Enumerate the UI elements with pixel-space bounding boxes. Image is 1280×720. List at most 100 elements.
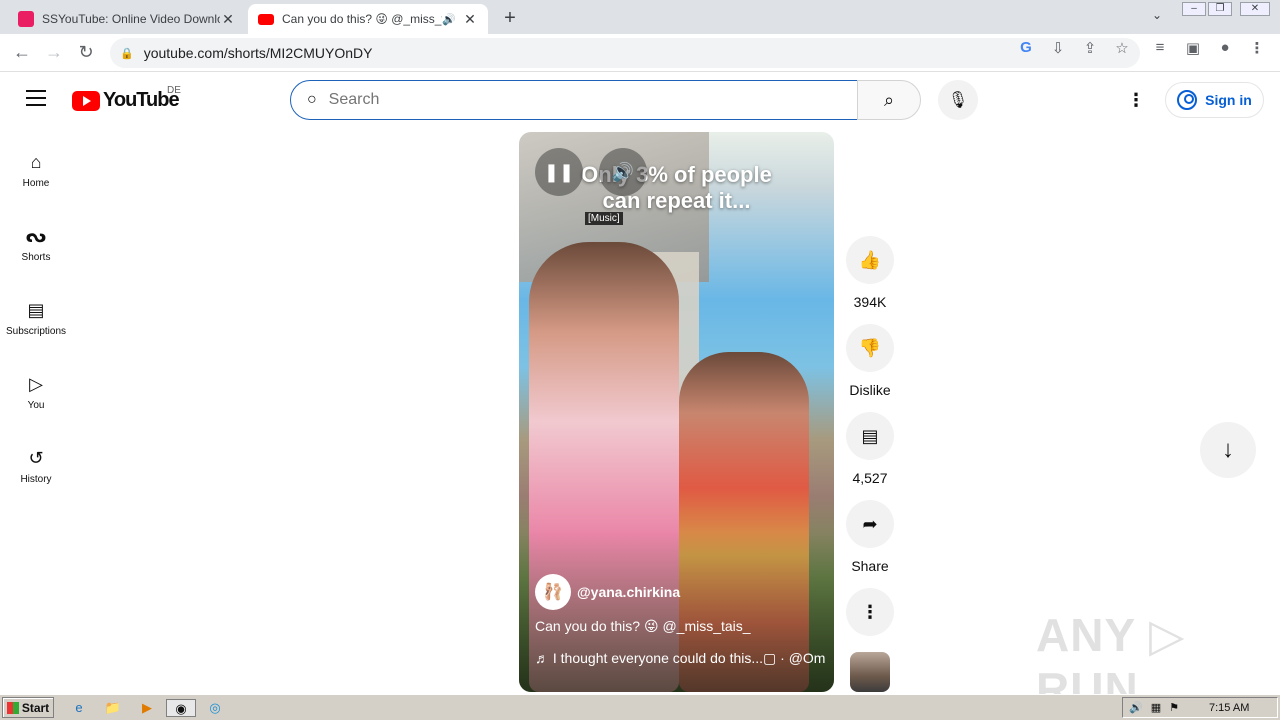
- dislike-button[interactable]: 👎: [846, 324, 894, 372]
- window-close-button[interactable]: ✕: [1240, 2, 1270, 16]
- window-minimize-button[interactable]: –: [1182, 2, 1206, 16]
- new-tab-button[interactable]: +: [500, 7, 520, 30]
- history-icon: ↺: [28, 448, 44, 468]
- url-text: youtube.com/shorts/MI2CMUYOnDY: [143, 45, 373, 61]
- thumbs-up-icon: 👍: [858, 249, 882, 270]
- window-restore-button[interactable]: ❐: [1208, 2, 1232, 16]
- pause-icon[interactable]: ❚❚: [535, 148, 583, 196]
- share-action: ➦ Share: [846, 500, 894, 574]
- short-title[interactable]: Can you do this? 😜 @_miss_tais_: [535, 618, 751, 635]
- comments-action: ▤ 4,527: [846, 412, 894, 486]
- profile-avatar-icon[interactable]: ●: [1215, 39, 1235, 56]
- share-label: Share: [851, 558, 889, 574]
- bookmark-star-icon[interactable]: ☆: [1112, 39, 1132, 57]
- youtube-play-logo-icon: [72, 90, 100, 111]
- dislike-action: 👎 Dislike: [846, 324, 894, 398]
- comments-count: 4,527: [852, 470, 888, 486]
- guide-label: Shorts: [21, 252, 51, 263]
- youtube-favicon-icon: [258, 13, 274, 25]
- forward-arrow-icon[interactable]: →: [43, 42, 65, 63]
- arrow-down-icon: ↓: [1222, 436, 1234, 463]
- tab-title: Can you do this? 😜 @_miss_tais: [282, 12, 442, 26]
- system-tray: 🔊 ▦ ⚑ 7:15 AM: [1122, 697, 1278, 718]
- search-icon: ○: [307, 91, 317, 108]
- subscriptions-icon: ▤: [27, 300, 45, 320]
- channel-handle[interactable]: @yana.chirkina: [577, 584, 680, 600]
- settings-more-icon[interactable]: ⋮: [1126, 90, 1146, 111]
- sign-in-label: Sign in: [1205, 92, 1252, 108]
- chrome-icon[interactable]: ◉: [166, 699, 196, 717]
- channel-link[interactable]: 🩰 @yana.chirkina: [535, 574, 680, 610]
- guide-item-home[interactable]: ⌂ Home: [0, 128, 72, 202]
- like-button[interactable]: 👍: [846, 236, 894, 284]
- more-action: ⋮: [846, 588, 894, 636]
- search-box[interactable]: ○: [290, 80, 858, 120]
- tab-search-chevron-down-icon[interactable]: ⌄: [1152, 8, 1162, 22]
- tab-audio-icon[interactable]: 🔊: [442, 13, 456, 26]
- account-circle-icon: [1177, 90, 1198, 110]
- channel-avatar[interactable]: 🩰: [535, 574, 571, 610]
- browser-tab-youtube-short[interactable]: Can you do this? 😜 @_miss_tais 🔊 ✕: [248, 4, 488, 34]
- windows-logo-icon: [6, 701, 19, 714]
- share-arrow-icon: ➦: [862, 513, 878, 534]
- network-tray-icon[interactable]: ▦: [1151, 701, 1161, 714]
- file-explorer-icon[interactable]: 📁: [104, 699, 122, 717]
- browser-menu-icon[interactable]: ⋮: [1247, 39, 1267, 57]
- edge-icon[interactable]: ◎: [206, 699, 224, 717]
- youtube-header: YouTube DE ○ ⌕ 🎙 ⋮ Sign in: [0, 72, 1280, 128]
- address-bar[interactable]: 🔒 youtube.com/shorts/MI2CMUYOnDY: [110, 38, 1140, 68]
- like-count: 394K: [853, 294, 887, 310]
- guide-item-you[interactable]: ▷ You: [0, 350, 72, 424]
- ssyoutube-favicon-icon: [18, 11, 34, 27]
- guide-menu-icon[interactable]: [26, 90, 46, 106]
- install-app-icon[interactable]: ⇩: [1048, 39, 1068, 57]
- share-page-icon[interactable]: ⇪: [1080, 39, 1100, 57]
- search-input[interactable]: [328, 91, 809, 109]
- volume-tray-icon[interactable]: 🔊: [1129, 701, 1143, 714]
- video-bottom-gradient: [519, 532, 834, 692]
- start-button[interactable]: Start: [2, 697, 54, 718]
- short-music-link[interactable]: ♬ I thought everyone could do this...▢ ·…: [535, 650, 825, 667]
- guide-item-history[interactable]: ↺ History: [0, 424, 72, 498]
- tab-close-icon[interactable]: ✕: [220, 11, 236, 28]
- shorts-video-player[interactable]: Only 3% of people can repeat it... ❚❚ 🔊 …: [519, 132, 834, 692]
- back-arrow-icon[interactable]: ←: [11, 42, 33, 63]
- reload-icon[interactable]: ↻: [75, 42, 97, 63]
- shorts-icon: ᔓ: [25, 226, 47, 246]
- sound-remix-thumbnail[interactable]: [850, 652, 890, 692]
- volume-icon[interactable]: 🔊: [599, 148, 647, 196]
- lock-icon: 🔒: [120, 47, 134, 60]
- like-action: 👍 394K: [846, 236, 894, 310]
- browser-tab-ssyoutube[interactable]: SSYouTube: Online Video Downloader ✕: [8, 4, 246, 34]
- tab-title: SSYouTube: Online Video Downloader: [42, 12, 220, 26]
- youtube-logo[interactable]: YouTube DE: [72, 85, 181, 112]
- browser-tab-strip: SSYouTube: Online Video Downloader ✕ Can…: [0, 0, 1280, 34]
- guide-item-shorts[interactable]: ᔓ Shorts: [0, 202, 72, 276]
- side-panel-icon[interactable]: ▣: [1183, 39, 1203, 57]
- guide-label: Home: [22, 178, 50, 189]
- flag-tray-icon[interactable]: ⚑: [1169, 701, 1179, 714]
- search-icon: ⌕: [883, 89, 895, 110]
- guide-item-subscriptions[interactable]: ▤ Subscriptions: [0, 276, 72, 350]
- media-player-icon[interactable]: ▶: [138, 699, 156, 717]
- tab-close-icon[interactable]: ✕: [462, 11, 478, 28]
- more-options-button[interactable]: ⋮: [846, 588, 894, 636]
- search-button[interactable]: ⌕: [857, 80, 921, 120]
- start-label: Start: [21, 700, 50, 715]
- browser-toolbar: ← → ↻ 🔒 youtube.com/shorts/MI2CMUYOnDY G…: [0, 34, 1280, 72]
- you-library-icon: ▷: [29, 374, 43, 394]
- comments-button[interactable]: ▤: [846, 412, 894, 460]
- comment-icon: ▤: [861, 425, 879, 446]
- home-icon: ⌂: [30, 152, 42, 172]
- share-button[interactable]: ➦: [846, 500, 894, 548]
- media-controls-icon[interactable]: ≡: [1150, 39, 1170, 56]
- voice-search-button[interactable]: 🎙: [938, 80, 978, 120]
- region-code: DE: [167, 85, 181, 96]
- closed-caption-text: [Music]: [585, 212, 623, 225]
- internet-explorer-icon[interactable]: e: [70, 699, 88, 717]
- thumbs-down-icon: 👎: [858, 337, 882, 358]
- google-lens-icon[interactable]: G: [1016, 39, 1036, 56]
- windows-taskbar: Start e 📁 ▶ ◉ ◎ 🔊 ▦ ⚑ 7:15 AM: [0, 694, 1280, 720]
- next-short-button[interactable]: ↓: [1200, 422, 1256, 478]
- sign-in-button[interactable]: Sign in: [1165, 82, 1264, 118]
